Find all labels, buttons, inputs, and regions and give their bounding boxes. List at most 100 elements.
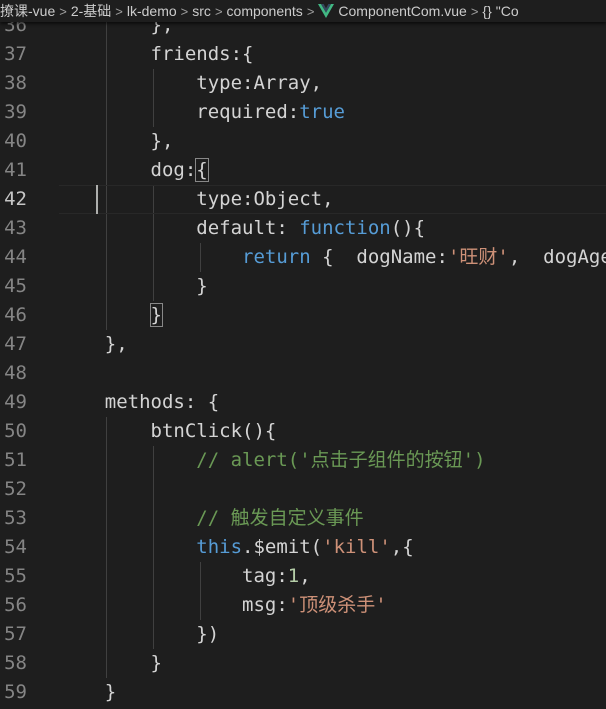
code-text: // 触发自定义事件 [59,504,364,533]
line-number: 36 [4,22,27,36]
line-number: 40 [4,130,27,152]
line-number: 39 [4,101,27,123]
vue-file-icon [318,4,335,18]
line-number: 48 [4,362,27,384]
code-line[interactable]: 40 }, [0,127,606,156]
code-token: { dogName: [310,246,448,268]
breadcrumb-item[interactable]: src [192,3,211,19]
code-line[interactable]: 38 type:Array, [0,69,606,98]
code-token: 1 [287,565,300,587]
code-text: }, [59,127,174,156]
chevron-right-icon: > [59,4,67,19]
symbol-object-icon: {} [482,3,492,19]
code-token: function [299,217,391,239]
code-line[interactable]: 48 [0,359,606,388]
code-text: this.$emit('kill',{ [59,533,413,562]
code-line[interactable]: 52 [0,475,606,504]
code-token: return [242,246,311,268]
breadcrumb-item[interactable]: components [227,3,303,19]
breadcrumb-item[interactable]: ComponentCom.vue [338,3,466,19]
breadcrumb-item[interactable]: lk-demo [127,3,177,19]
breadcrumb-item[interactable]: "Co [496,3,519,19]
code-token: }) [59,623,220,645]
code-token: (){ [390,217,426,239]
code-line[interactable]: 59 } [0,678,606,707]
line-number: 49 [4,391,27,413]
line-number: 53 [4,507,27,529]
line-number: 56 [4,594,27,616]
line-number: 58 [4,652,27,674]
code-line[interactable]: 46 } [0,301,606,330]
code-token: // alert('点击子组件的按钮') [196,449,486,471]
code-text: } [59,301,164,330]
line-number: 47 [4,333,27,355]
code-line[interactable]: 44 return { dogName:'旺财', dogAge [0,243,606,272]
code-line[interactable]: 56 msg:'顶级杀手' [0,591,606,620]
code-line[interactable]: 43 default: function(){ [0,214,606,243]
code-token: msg: [59,594,288,616]
code-text: return { dogName:'旺财', dogAge [59,243,606,272]
code-line[interactable]: 51 // alert('点击子组件的按钮') [0,446,606,475]
line-number: 52 [4,478,27,500]
breadcrumb-item[interactable]: 撩课-vue [0,3,55,19]
code-text: required:true [59,98,345,127]
code-line[interactable]: 57 }) [0,620,606,649]
code-text: friends:{ [59,40,254,69]
code-line[interactable]: 58 } [0,649,606,678]
line-number: 50 [4,420,27,442]
code-text: } [59,272,208,301]
chevron-right-icon: > [214,4,223,19]
chevron-right-icon: > [115,4,123,19]
code-token: }, [59,130,174,152]
code-line[interactable]: 50 btnClick(){ [0,417,606,446]
code-token: // 触发自定义事件 [196,507,364,529]
code-line[interactable]: 37 friends:{ [0,40,606,69]
matched-bracket: { [195,158,209,182]
code-line[interactable]: 36 }, [0,22,606,40]
code-token: }, [59,333,128,355]
code-token: friends:{ [59,43,254,65]
code-token: btnClick(){ [59,420,277,442]
code-token: type:Array, [59,72,323,94]
code-token: , dogAge [508,246,606,268]
code-line[interactable]: 54 this.$emit('kill',{ [0,533,606,562]
code-text: type:Object, [59,185,333,214]
code-text: }) [59,620,219,649]
code-line[interactable]: 47 }, [0,330,606,359]
code-line[interactable]: 55 tag:1, [0,562,606,591]
code-token: } [59,275,208,297]
code-text: // alert('点击子组件的按钮') [59,446,486,475]
code-text: } [59,678,116,707]
code-token: } [59,681,117,703]
line-number: 41 [4,159,27,181]
line-number: 55 [4,565,27,587]
breadcrumb: 撩课-vue >2-基础 > lk-demo > src > components > Compo… [0,0,606,22]
code-line[interactable]: 53 // 触发自定义事件 [0,504,606,533]
chevron-right-icon: > [306,4,315,19]
chevron-right-icon: > [180,4,189,19]
line-number: 59 [4,681,27,703]
code-line[interactable]: 42 type:Object, [0,185,606,214]
code-line[interactable]: 41 dog:{ [0,156,606,185]
code-token: '旺财' [447,246,509,268]
code-token: '顶级杀手' [287,594,387,616]
code-line[interactable]: 39 required:true [0,98,606,127]
line-number: 51 [4,449,27,471]
code-token: this [196,536,243,558]
breadcrumb-item[interactable]: 2-基础 [71,3,111,19]
line-number: 57 [4,623,27,645]
code-token: }, [59,22,174,36]
line-number: 43 [4,217,27,239]
code-line[interactable]: 49 methods: { [0,388,606,417]
line-number: 38 [4,72,27,94]
code-line[interactable]: 45 } [0,272,606,301]
code-text: default: function(){ [59,214,425,243]
code-text: msg:'顶级杀手' [59,591,387,620]
code-text: tag:1, [59,562,311,591]
code-editor[interactable]: 36 }, 37 friends:{38 type:Array, 39 requir… [0,22,606,709]
code-text: dog:{ [59,156,209,185]
chevron-right-icon: > [470,4,479,19]
code-text: btnClick(){ [59,417,277,446]
